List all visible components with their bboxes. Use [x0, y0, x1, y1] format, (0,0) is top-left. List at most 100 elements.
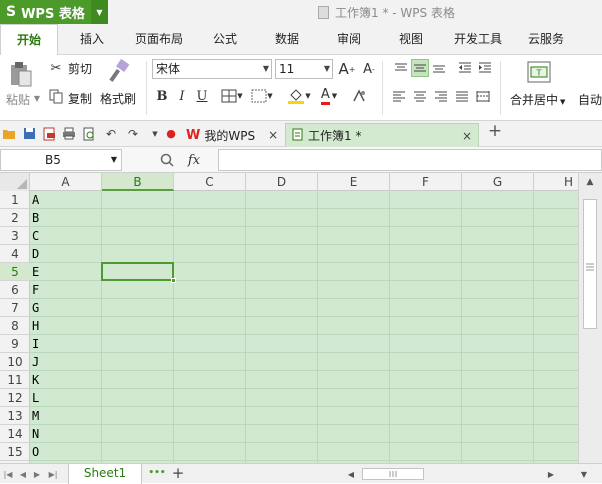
tab-cloud[interactable]: 云服务	[518, 24, 574, 55]
row-header[interactable]: 8	[0, 317, 30, 335]
cell-a4[interactable]: D	[32, 245, 100, 263]
font-name-select[interactable]: 宋体 ▼	[152, 59, 272, 79]
column-header-e[interactable]: E	[318, 173, 390, 191]
fill-color-icon[interactable]: ▼	[284, 85, 314, 107]
align-top-icon[interactable]	[392, 59, 410, 77]
cell-a11[interactable]: K	[32, 371, 100, 389]
zoom-icon[interactable]	[158, 151, 176, 169]
tab-data[interactable]: 数据	[260, 24, 314, 55]
last-sheet-icon[interactable]: ▶|	[46, 467, 60, 481]
align-middle-icon[interactable]	[411, 59, 429, 77]
cell-a6[interactable]: F	[32, 281, 100, 299]
column-header-d[interactable]: D	[246, 173, 318, 191]
cell-a10[interactable]: J	[32, 353, 100, 371]
prev-sheet-icon[interactable]: ◀	[18, 467, 28, 481]
merge-center-button[interactable]: 合并居中 ▼	[510, 91, 565, 108]
row-header[interactable]: 12	[0, 389, 30, 407]
format-painter-icon[interactable]	[104, 57, 134, 87]
tab-view[interactable]: 视图	[384, 24, 438, 55]
row-header[interactable]: 2	[0, 209, 30, 227]
app-menu-button[interactable]: S WPS 表格 ▼	[0, 0, 108, 24]
formula-input[interactable]	[218, 149, 602, 171]
auto-wrap-button[interactable]: 自动	[578, 91, 602, 108]
merge-center-icon[interactable]: T	[526, 59, 552, 85]
row-header[interactable]: 13	[0, 407, 30, 425]
tab-insert[interactable]: 插入	[64, 24, 120, 55]
doc-tab-my-wps[interactable]: W 我的WPS ×	[180, 123, 284, 147]
column-header-h[interactable]: H	[534, 173, 578, 191]
cell-a12[interactable]: L	[32, 389, 100, 407]
column-header-c[interactable]: C	[174, 173, 246, 191]
cell-a8[interactable]: H	[32, 317, 100, 335]
scroll-left-icon[interactable]: ◀	[346, 467, 356, 481]
column-header-a[interactable]: A	[30, 173, 102, 191]
copy-button[interactable]: 复制	[68, 90, 92, 107]
column-header-f[interactable]: F	[390, 173, 462, 191]
save-icon[interactable]	[22, 126, 36, 141]
italic-button[interactable]: I	[174, 87, 190, 105]
increase-indent-icon[interactable]	[476, 59, 494, 77]
row-header-active[interactable]: 5	[0, 263, 30, 281]
insert-function-button[interactable]: fx	[184, 151, 204, 169]
more-sheets-icon[interactable]: •••	[148, 465, 166, 481]
column-header-b[interactable]: B	[102, 173, 174, 191]
name-box[interactable]: B5 ▼	[0, 149, 122, 171]
tab-review[interactable]: 审阅	[322, 24, 376, 55]
align-bottom-icon[interactable]	[430, 59, 448, 77]
row-header[interactable]: 9	[0, 335, 30, 353]
borders-icon[interactable]: ▼	[218, 87, 246, 105]
row-header[interactable]: 1	[0, 191, 30, 209]
doc-tab-workbook[interactable]: 工作簿1 * ×	[285, 123, 479, 147]
row-header[interactable]: 11	[0, 371, 30, 389]
cell-a2[interactable]: B	[32, 209, 100, 227]
font-color-icon[interactable]: A ▼	[314, 85, 344, 107]
vertical-scroll-thumb[interactable]	[583, 199, 597, 329]
redo-icon[interactable]: ↷	[126, 126, 140, 141]
undo-icon[interactable]: ↶	[104, 126, 118, 141]
row-header[interactable]: 10	[0, 353, 30, 371]
justify-icon[interactable]	[453, 87, 471, 105]
print-icon[interactable]	[62, 126, 76, 141]
scroll-right-icon[interactable]: ▶	[546, 467, 556, 481]
row-header[interactable]: 15	[0, 443, 30, 461]
paste-dropdown-icon[interactable]: ▼	[33, 91, 41, 105]
bold-button[interactable]: B	[154, 87, 170, 105]
row-header[interactable]: 6	[0, 281, 30, 299]
select-all-corner[interactable]	[0, 173, 30, 191]
tab-formulas[interactable]: 公式	[198, 24, 252, 55]
cell-a13[interactable]: M	[32, 407, 100, 425]
quick-access-dropdown-icon[interactable]: ▼	[148, 126, 162, 141]
decrease-indent-icon[interactable]	[456, 59, 474, 77]
copy-icon[interactable]	[48, 87, 64, 105]
row-header[interactable]: 4	[0, 245, 30, 263]
active-cell-selection[interactable]	[101, 262, 176, 283]
fill-handle[interactable]	[171, 278, 176, 283]
scissors-icon[interactable]: ✂	[48, 59, 64, 77]
distributed-align-icon[interactable]	[474, 87, 492, 105]
cell-format-icon[interactable]: ▼	[248, 87, 276, 105]
horizontal-scroll-thumb[interactable]	[362, 468, 424, 480]
text-effect-icon[interactable]	[348, 87, 370, 105]
print-preview-icon[interactable]	[82, 126, 96, 141]
export-pdf-icon[interactable]	[42, 126, 56, 141]
row-header[interactable]: 3	[0, 227, 30, 245]
paste-icon[interactable]	[6, 59, 36, 89]
scroll-down-icon[interactable]: ▼	[578, 467, 590, 481]
sheet-tab-sheet1[interactable]: Sheet1	[68, 464, 142, 484]
cell-a5[interactable]: E	[32, 263, 100, 281]
cell-a7[interactable]: G	[32, 299, 100, 317]
column-header-g[interactable]: G	[462, 173, 534, 191]
vertical-scrollbar[interactable]: ▲	[578, 173, 602, 463]
sheet-grid[interactable]: A B C D E F G H 1 2 3 4 5 6 7 8 9 10 11 …	[0, 173, 578, 463]
align-right-icon[interactable]	[432, 87, 450, 105]
increase-font-icon[interactable]: A +	[338, 59, 356, 79]
format-painter-button[interactable]: 格式刷	[100, 90, 136, 107]
close-icon[interactable]: ×	[268, 128, 278, 142]
tab-home[interactable]: 开始	[0, 24, 58, 56]
cell-a15[interactable]: O	[32, 443, 100, 461]
cut-button[interactable]: 剪切	[68, 60, 92, 77]
align-left-icon[interactable]	[390, 87, 408, 105]
cell-a1[interactable]: A	[32, 191, 100, 209]
tab-developer[interactable]: 开发工具	[446, 24, 510, 55]
row-header[interactable]: 7	[0, 299, 30, 317]
